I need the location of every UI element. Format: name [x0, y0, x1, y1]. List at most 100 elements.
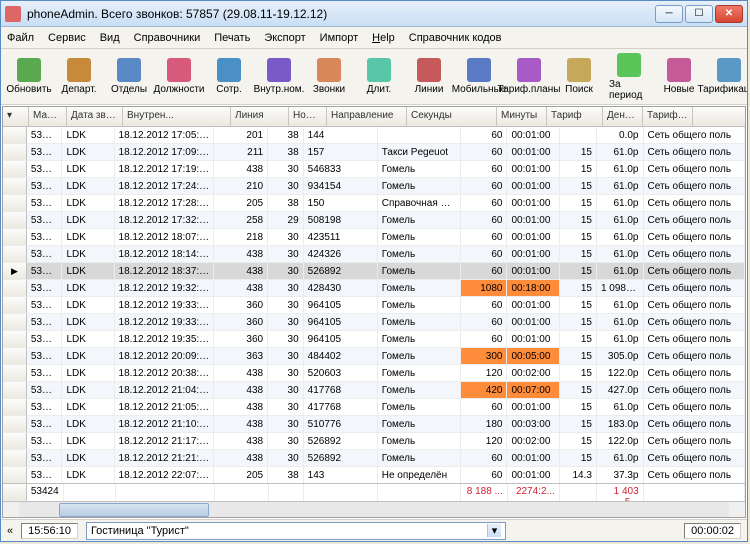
toolbar-мобильные[interactable]: Мобильные — [455, 55, 503, 98]
rowheader-col[interactable]: ▾ — [3, 107, 29, 126]
cell-dt: 18.12.2012 18:37:54 — [115, 263, 215, 280]
chevron-down-icon[interactable]: ▾ — [487, 524, 501, 537]
toolbar-внутрном[interactable]: Внутр.ном. — [255, 55, 303, 98]
summary-min: 2274:2... — [508, 484, 560, 501]
toolbar-label: Поиск — [565, 84, 593, 95]
toolbar-департ[interactable]: Департ. — [55, 55, 103, 98]
table-row[interactable]: 53400LDK18.12.2012 17:24:5621030934154Го… — [3, 178, 745, 195]
horizontal-scrollbar[interactable] — [3, 501, 745, 517]
table-row[interactable]: 53401LDK18.12.2012 17:28:0120538150Справ… — [3, 195, 745, 212]
col-header[interactable]: Секунды — [407, 107, 497, 126]
app-window: phoneAdmin. Всего звонков: 57857 (29.08.… — [0, 0, 748, 542]
menu-файл[interactable]: Файл — [7, 32, 34, 44]
cell-ats: LDK — [62, 467, 114, 483]
toolbar-линии[interactable]: Линии — [405, 55, 453, 98]
cell-num: 546833 — [304, 161, 378, 178]
menu-экспорт[interactable]: Экспорт — [264, 32, 305, 44]
cell-ats: LDK — [62, 365, 114, 382]
table-row[interactable]: 53409LDK18.12.2012 19:35:0336030964105Го… — [3, 331, 745, 348]
table-row[interactable]: 53407LDK18.12.2012 19:33:3636030964105Го… — [3, 297, 745, 314]
col-header[interactable]: Номер телефона — [289, 107, 327, 126]
col-header[interactable]: Деньги — [603, 107, 643, 126]
cell-int: 360 — [214, 314, 268, 331]
cell-money: 61.0р — [597, 144, 644, 161]
menu-справочник кодов[interactable]: Справочник кодов — [409, 32, 502, 44]
cell-tar: 14.3 — [560, 467, 597, 483]
col-header[interactable]: Минуты — [497, 107, 547, 126]
row-marker — [3, 212, 27, 229]
cell-sec: 420 — [461, 382, 508, 399]
cell-money: 305.0р — [597, 348, 644, 365]
col-header[interactable]: Тариф — [547, 107, 603, 126]
toolbar-сотр[interactable]: Сотр. — [205, 55, 253, 98]
table-row[interactable]: 53411LDK18.12.2012 20:38:4243830520603Го… — [3, 365, 745, 382]
table-row[interactable]: 53416LDK18.12.2012 21:21:1343830526892Го… — [3, 450, 745, 467]
toolbar-новые[interactable]: Новые — [655, 55, 703, 98]
cell-tar — [560, 127, 597, 144]
table-row[interactable]: 53410LDK18.12.2012 20:09:0636330484402Го… — [3, 348, 745, 365]
table-row[interactable]: 53399LDK18.12.2012 17:19:0643830546833Го… — [3, 161, 745, 178]
col-header[interactable]: Тарифный — [643, 107, 693, 126]
nav-first-icon[interactable]: « — [7, 525, 13, 537]
minimize-button[interactable]: ─ — [655, 5, 683, 23]
table-row[interactable]: ▶53405LDK18.12.2012 18:37:5443830526892Г… — [3, 263, 745, 280]
grid-body[interactable]: 53397LDK18.12.2012 17:05:58201381446000:… — [3, 127, 745, 483]
cell-int: 438 — [214, 246, 268, 263]
table-row[interactable]: 53406LDK18.12.2012 19:32:3643830428430Го… — [3, 280, 745, 297]
col-header[interactable]: Марка АТС — [29, 107, 67, 126]
cell-ats: LDK — [62, 263, 114, 280]
cell-min: 00:01:00 — [507, 212, 559, 229]
cell-num: 143 — [304, 467, 378, 483]
menu-вид[interactable]: Вид — [100, 32, 120, 44]
table-row[interactable]: 53417LDK18.12.2012 22:07:1920538143Не оп… — [3, 467, 745, 483]
menu-сервис[interactable]: Сервис — [48, 32, 86, 44]
toolbar-длит[interactable]: Длит. — [355, 55, 403, 98]
scrollbar-thumb[interactable] — [59, 503, 209, 517]
cell-num: 428430 — [304, 280, 378, 297]
cell-id: 53402 — [27, 212, 63, 229]
menu-help[interactable]: Help — [372, 32, 395, 44]
col-header[interactable]: Дата звонка по ко... — [67, 107, 123, 126]
toolbar-должности[interactable]: Должности — [155, 55, 203, 98]
cell-plan: Сеть общего поль — [644, 144, 746, 161]
toolbar-icon — [67, 58, 91, 82]
table-row[interactable]: 53404LDK18.12.2012 18:14:0943830424326Го… — [3, 246, 745, 263]
status-combo[interactable]: Гостиница "Турист" ▾ — [86, 522, 506, 540]
row-marker — [3, 382, 27, 399]
toolbar-обновить[interactable]: Обновить — [5, 55, 53, 98]
col-header[interactable]: Направление — [327, 107, 407, 126]
toolbar-label: Департ. — [62, 84, 97, 95]
cell-int: 363 — [214, 348, 268, 365]
table-row[interactable]: 53408LDK18.12.2012 19:33:5536030964105Го… — [3, 314, 745, 331]
menu-справочники[interactable]: Справочники — [134, 32, 201, 44]
toolbar-запериод[interactable]: За период — [605, 50, 653, 104]
table-row[interactable]: 53403LDK18.12.2012 18:07:4321830423511Го… — [3, 229, 745, 246]
table-row[interactable]: 53413LDK18.12.2012 21:05:2943830417768Го… — [3, 399, 745, 416]
toolbar-тарифпланы[interactable]: Тариф.планы — [505, 55, 553, 98]
cell-min: 00:01:00 — [507, 127, 559, 144]
col-header[interactable]: Линия — [231, 107, 289, 126]
cell-min: 00:01:00 — [507, 246, 559, 263]
menu-печать[interactable]: Печать — [214, 32, 250, 44]
table-row[interactable]: 53397LDK18.12.2012 17:05:58201381446000:… — [3, 127, 745, 144]
table-row[interactable]: 53402LDK18.12.2012 17:32:3725829508198Го… — [3, 212, 745, 229]
cell-line: 30 — [268, 365, 304, 382]
table-row[interactable]: 53412LDK18.12.2012 21:04:1843830417768Го… — [3, 382, 745, 399]
cell-ats: LDK — [62, 399, 114, 416]
menu-импорт[interactable]: Импорт — [320, 32, 358, 44]
toolbar-отделы[interactable]: Отделы — [105, 55, 153, 98]
toolbar-поиск[interactable]: Поиск — [555, 55, 603, 98]
table-row[interactable]: 53414LDK18.12.2012 21:10:0243830510776Го… — [3, 416, 745, 433]
toolbar-звонки[interactable]: Звонки — [305, 55, 353, 98]
table-row[interactable]: 53415LDK18.12.2012 21:17:2743830526892Го… — [3, 433, 745, 450]
table-row[interactable]: 53398LDK18.12.2012 17:09:0821138157Такси… — [3, 144, 745, 161]
cell-dir: Гомель — [378, 348, 461, 365]
maximize-button[interactable]: ☐ — [685, 5, 713, 23]
cell-num: 526892 — [304, 433, 378, 450]
close-button[interactable]: ✕ — [715, 5, 743, 23]
cell-int: 205 — [214, 467, 268, 483]
cell-dt: 18.12.2012 19:33:36 — [115, 297, 215, 314]
toolbar-тарификация[interactable]: Тарификация — [705, 55, 747, 98]
toolbar-icon — [317, 58, 341, 82]
col-header[interactable]: Внутрен... — [123, 107, 231, 126]
